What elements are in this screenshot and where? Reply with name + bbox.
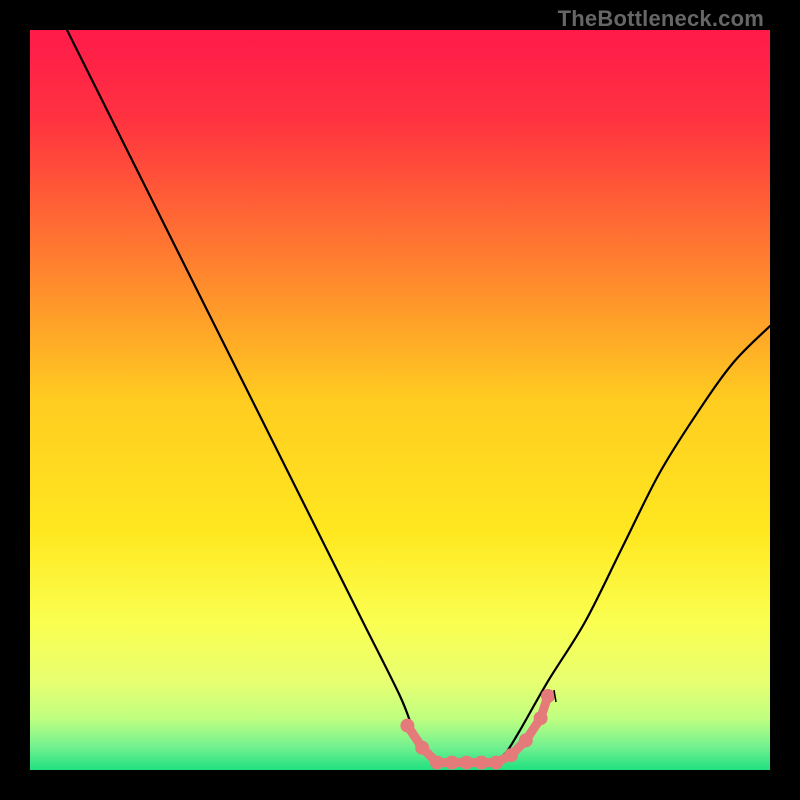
valley-marker-dot xyxy=(542,690,555,703)
valley-marker-region xyxy=(401,690,556,770)
valley-end-tick xyxy=(554,690,556,702)
curve-layer xyxy=(30,30,770,770)
valley-marker-dot xyxy=(519,734,532,747)
valley-marker-dot xyxy=(475,756,488,769)
valley-marker-dot xyxy=(416,741,429,754)
valley-marker-dot xyxy=(490,756,503,769)
valley-marker-dot xyxy=(445,756,458,769)
valley-marker-dot xyxy=(534,712,547,725)
chart-frame: { "watermark": "TheBottleneck.com", "col… xyxy=(0,0,800,800)
plot-area xyxy=(30,30,770,770)
valley-marker-dot xyxy=(401,719,414,732)
watermark-text: TheBottleneck.com xyxy=(558,6,764,32)
valley-marker-dot xyxy=(505,749,518,762)
valley-marker-dot xyxy=(460,756,473,769)
bottleneck-curve xyxy=(67,30,770,763)
valley-marker-dot xyxy=(431,756,444,769)
